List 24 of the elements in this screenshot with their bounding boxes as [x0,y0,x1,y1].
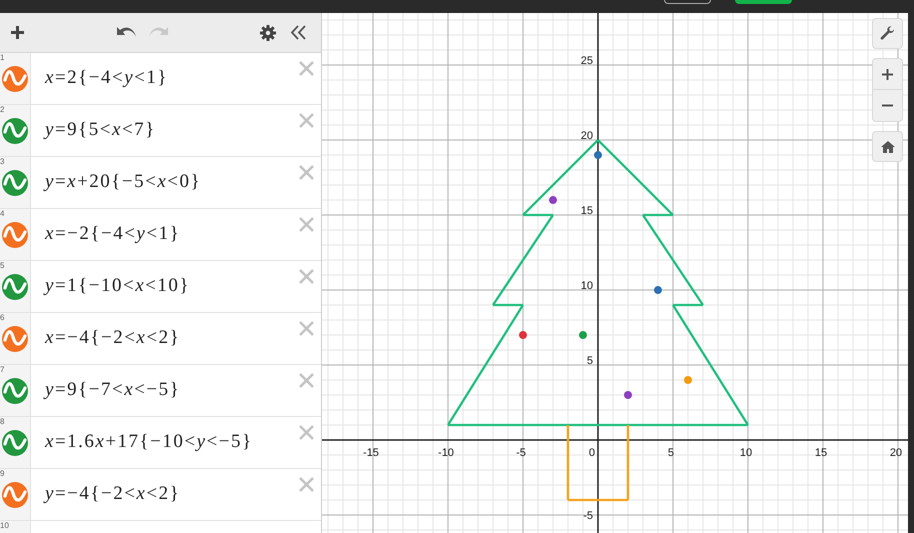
x-tick-label: -15 [363,447,379,459]
y-tick-label: 15 [580,205,593,218]
row-number: 6 [0,313,4,322]
y-tick-label: -5 [583,510,593,522]
x-tick-label: 5 [668,447,674,459]
x-tick-label: -5 [516,447,526,459]
row-number: 7 [0,365,4,374]
y-tick-label: 10 [580,280,593,292]
row-number: 2 [0,105,4,114]
y-tick-label: 20 [580,130,593,142]
row-number: 10 [0,521,9,530]
x-tick-label: 20 [890,447,902,459]
x-tick-label: -10 [438,447,454,459]
row-number: 8 [0,417,4,426]
row-number: 9 [0,469,4,478]
row-number: 3 [0,157,4,166]
x-tick-label: 10 [740,447,752,459]
row-number: 5 [0,261,4,270]
row-number: 1 [0,53,4,62]
y-tick-label: 5 [586,355,593,368]
y-tick-label: 25 [580,55,593,68]
row-number: 4 [0,209,4,218]
x-tick-label: 0 [588,447,596,459]
x-tick-label: 15 [814,447,828,459]
